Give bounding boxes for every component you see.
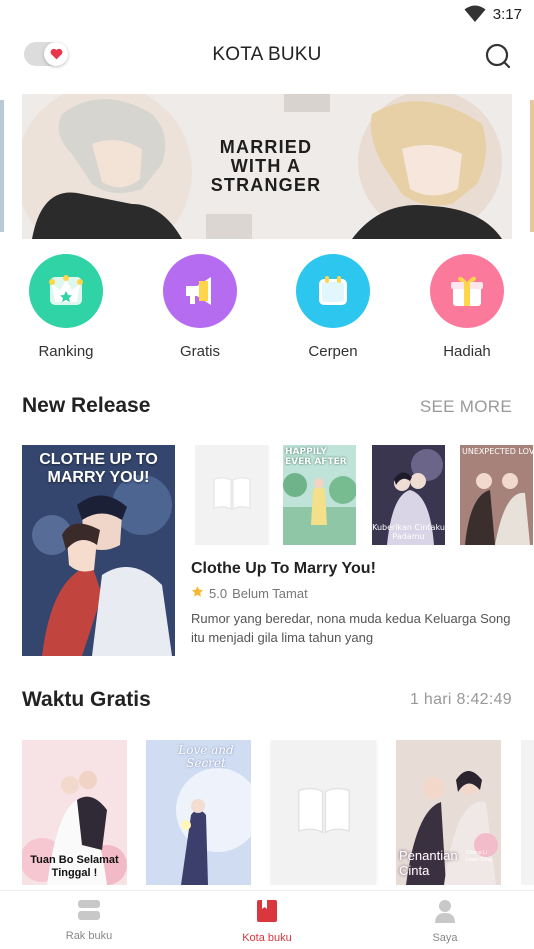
gift-icon (430, 254, 504, 328)
status-time: 3:17 (492, 6, 522, 23)
search-icon (484, 43, 512, 74)
category-hadiah[interactable]: Hadiah (417, 254, 517, 360)
top-bar: KOTA BUKU (0, 34, 534, 78)
book-icon (256, 900, 278, 927)
new-release-header: New Release SEE MORE (22, 394, 512, 424)
crown-icon (29, 254, 103, 328)
free-books-row: Tuan Bo Selamat Tinggal ! Love and Secre… (0, 740, 534, 885)
book-thumb[interactable] (195, 445, 268, 545)
book-meta: 5.0 Belum Tamat (191, 585, 521, 601)
book-placeholder-icon (293, 782, 355, 843)
category-row: Ranking Gratis Cerpen Hadiah (0, 254, 534, 364)
thumb-art (460, 445, 533, 545)
book-cover-peek[interactable] (521, 740, 534, 885)
nav-saya[interactable]: Saya (390, 899, 500, 944)
banner-carousel[interactable]: MARRIED WITH A STRANGER (0, 94, 534, 239)
category-label: Cerpen (308, 343, 358, 360)
nav-label: Kota buku (242, 932, 292, 944)
book-status: Belum Tamat (232, 585, 308, 601)
cover-title: Love and Secret (178, 743, 234, 770)
page-title: KOTA BUKU (212, 44, 322, 65)
nav-label: Saya (432, 932, 458, 944)
book-thumb[interactable]: Kuberikan Cintaku Padamu (372, 445, 445, 545)
bookshelf-icon (77, 900, 101, 925)
section-title: Waktu Gratis (22, 688, 151, 711)
book-thumb[interactable]: UNEXPECTED LOVE (460, 445, 533, 545)
thumb-title: UNEXPECTED LOVE (462, 447, 533, 456)
see-more-link[interactable]: SEE MORE (420, 397, 512, 417)
calendar-icon (296, 254, 370, 328)
bottom-nav: Rak buku Kota buku Saya (0, 890, 534, 949)
cover-title: Penantian Cinta (399, 848, 458, 878)
nav-label: Rak buku (65, 930, 113, 942)
status-bar: 3:17 (0, 0, 534, 30)
waktu-gratis-header: Waktu Gratis 1 hari 8:42:49 (22, 688, 512, 718)
book-cover[interactable]: Tuan Bo Selamat Tinggal ! (22, 740, 127, 885)
section-title: New Release (22, 394, 151, 417)
book-title: Clothe Up To Marry You! (191, 560, 376, 577)
cover-subtitle: Clarice Li Lewis Song (466, 850, 492, 863)
megaphone-icon (163, 254, 237, 328)
featured-book-cover[interactable]: CLOTHE UP TO MARRY YOU! (22, 445, 175, 656)
book-description: Rumor yang beredar, nona muda kedua Kelu… (191, 611, 511, 645)
nav-kota-buku[interactable]: Kota buku (212, 899, 322, 944)
book-thumb[interactable]: HAPPILY EVER AFTER (283, 445, 356, 545)
countdown-timer: 1 hari 8:42:49 (409, 691, 512, 708)
search-button[interactable] (484, 42, 512, 75)
star-icon (191, 585, 204, 601)
book-cover[interactable] (271, 740, 376, 885)
category-cerpen[interactable]: Cerpen (283, 254, 383, 360)
banner-married-with-a-stranger[interactable]: MARRIED WITH A STRANGER (22, 94, 512, 239)
wifi-icon (464, 5, 486, 28)
book-cover[interactable]: Penantian Cinta Clarice Li Lewis Song (396, 740, 501, 885)
new-release-thumbs: HAPPILY EVER AFTER Kuberikan Cintaku Pad… (195, 445, 534, 545)
thumb-title: HAPPILY EVER AFTER (285, 447, 347, 467)
book-rating: 5.0 (209, 585, 228, 601)
featured-book-info[interactable]: Clothe Up To Marry You! 5.0 Belum Tamat … (191, 560, 521, 647)
book-cover[interactable]: Love and Secret (146, 740, 251, 885)
featured-cover-title: CLOTHE UP TO MARRY YOU! (39, 451, 158, 486)
banner-next-peek (530, 100, 534, 232)
banner-title: MARRIED WITH A STRANGER (210, 137, 322, 195)
banner-prev-peek (0, 100, 4, 232)
category-label: Ranking (38, 343, 94, 360)
category-label: Hadiah (443, 343, 491, 360)
book-placeholder-icon (210, 473, 254, 518)
thumb-title: Kuberikan Cintaku Padamu (372, 523, 445, 541)
category-gratis[interactable]: Gratis (150, 254, 250, 360)
cover-title: Tuan Bo Selamat Tinggal ! (30, 854, 119, 879)
nav-rak-buku[interactable]: Rak buku (34, 899, 144, 942)
user-icon (434, 900, 456, 927)
category-ranking[interactable]: Ranking (16, 254, 116, 360)
category-label: Gratis (179, 343, 220, 360)
